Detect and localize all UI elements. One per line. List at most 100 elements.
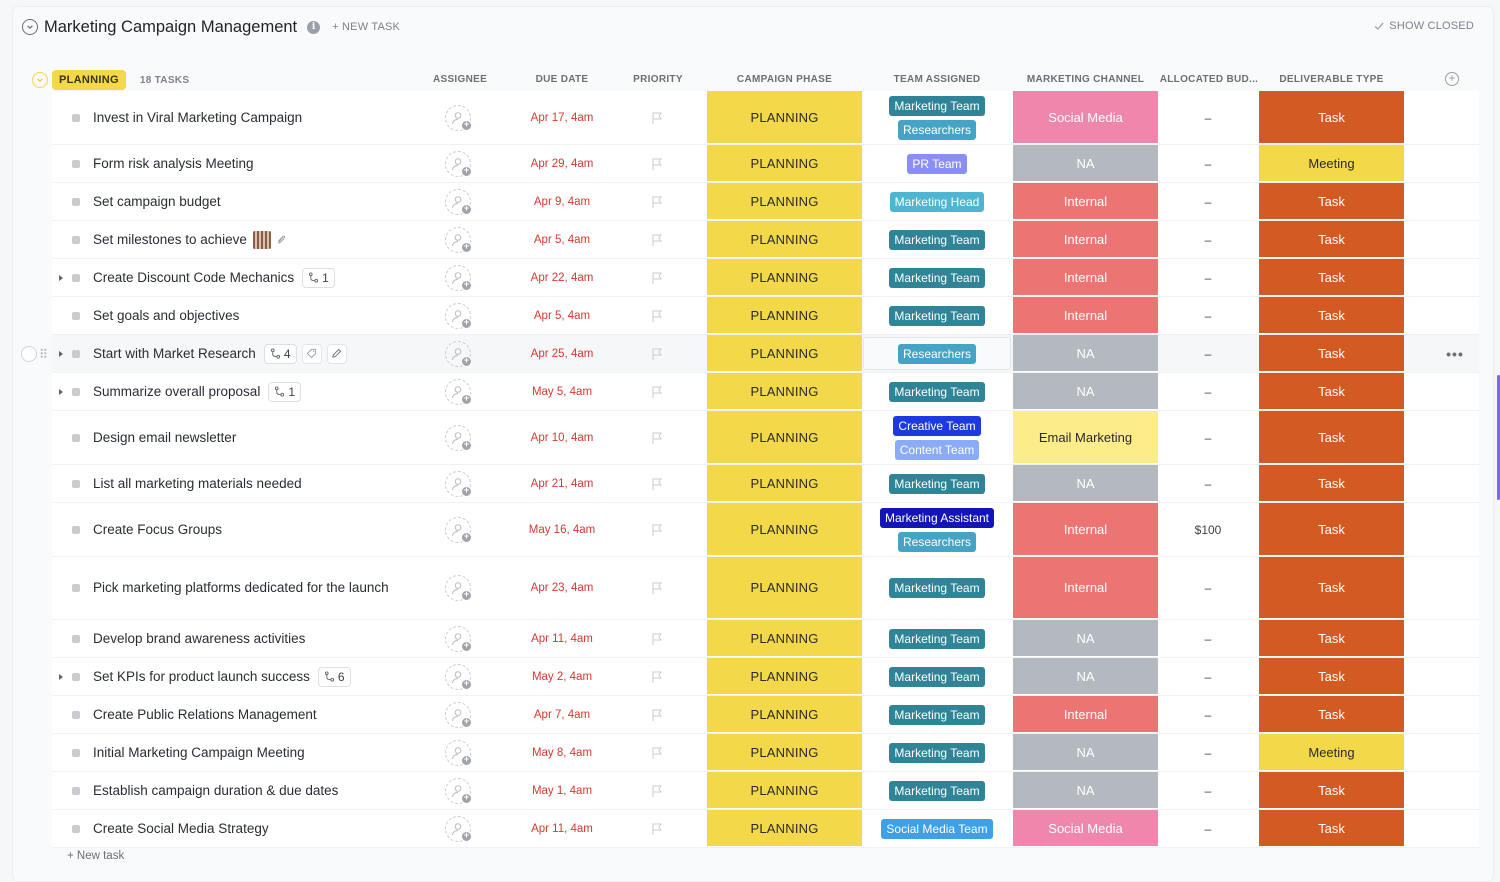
due-date[interactable]: Apr 21, 4am	[512, 465, 612, 502]
assignee-cell[interactable]: +	[443, 810, 473, 847]
task-status-icon[interactable]	[72, 525, 80, 534]
table-row[interactable]: Initial Marketing Campaign Meeting + May 8…	[52, 734, 1479, 772]
due-date[interactable]: Apr 9, 4am	[512, 183, 612, 220]
due-date[interactable]: May 2, 4am	[512, 658, 612, 695]
assignee-cell[interactable]: +	[443, 259, 473, 296]
campaign-phase[interactable]: PLANNING	[707, 91, 862, 144]
add-assignee-icon[interactable]: +	[445, 739, 472, 766]
table-row[interactable]: Create Social Media Strategy + Apr 11, 4am…	[52, 810, 1479, 848]
marketing-channel[interactable]: Internal	[1013, 183, 1158, 220]
due-date[interactable]: Apr 23, 4am	[512, 557, 612, 619]
expand-subtasks-icon[interactable]	[59, 274, 63, 281]
deliverable-type[interactable]: Task	[1259, 411, 1404, 464]
team-assigned-cell[interactable]: Marketing Team	[864, 297, 1010, 334]
task-status-icon[interactable]	[72, 479, 80, 488]
task-name[interactable]: Form risk analysis Meeting	[93, 151, 254, 177]
assignee-cell[interactable]: +	[443, 373, 473, 410]
team-assigned-cell[interactable]: Marketing Assistant Researchers	[864, 503, 1010, 556]
deliverable-type[interactable]: Task	[1259, 620, 1404, 657]
campaign-phase[interactable]: PLANNING	[707, 183, 862, 220]
subtask-count-badge[interactable]: 1	[268, 381, 302, 402]
add-assignee-icon[interactable]: +	[445, 378, 472, 405]
task-name[interactable]: List all marketing materials needed	[93, 471, 302, 497]
table-row[interactable]: Summarize overall proposal 1 + May 5, 4am PL…	[52, 373, 1479, 411]
priority-flag-icon[interactable]	[642, 557, 672, 619]
allocated-budget[interactable]: –	[1158, 696, 1258, 733]
deliverable-type[interactable]: Task	[1259, 221, 1404, 258]
new-task-link[interactable]: + New task	[67, 850, 124, 862]
priority-flag-icon[interactable]	[642, 221, 672, 258]
task-status-icon[interactable]	[72, 197, 80, 206]
task-name[interactable]: Set KPIs for product launch success	[93, 664, 310, 690]
team-assigned-cell[interactable]: Marketing Team	[864, 221, 1010, 258]
table-row[interactable]: Invest in Viral Marketing Campaign + Apr 1…	[52, 91, 1479, 145]
marketing-channel[interactable]: NA	[1013, 620, 1158, 657]
add-assignee-icon[interactable]: +	[445, 264, 472, 291]
assignee-cell[interactable]: +	[443, 221, 473, 258]
add-assignee-icon[interactable]: +	[445, 226, 472, 253]
table-row[interactable]: Create Discount Code Mechanics 1 + Apr 22, …	[52, 259, 1479, 297]
priority-flag-icon[interactable]	[642, 183, 672, 220]
deliverable-type[interactable]: Task	[1259, 91, 1404, 144]
allocated-budget[interactable]: –	[1158, 373, 1258, 410]
deliverable-type[interactable]: Task	[1259, 335, 1404, 372]
campaign-phase[interactable]: PLANNING	[707, 658, 862, 695]
task-status-icon[interactable]	[72, 159, 80, 168]
allocated-budget[interactable]: –	[1158, 335, 1258, 372]
deliverable-type[interactable]: Task	[1259, 772, 1404, 809]
team-assigned-cell[interactable]: Marketing Head	[864, 183, 1010, 220]
task-status-icon[interactable]	[72, 273, 80, 282]
campaign-phase[interactable]: PLANNING	[707, 297, 862, 334]
priority-flag-icon[interactable]	[642, 503, 672, 556]
add-assignee-icon[interactable]: +	[445, 470, 472, 497]
campaign-phase[interactable]: PLANNING	[707, 620, 862, 657]
priority-flag-icon[interactable]	[642, 259, 672, 296]
team-assigned-cell[interactable]: Marketing Team	[864, 557, 1010, 619]
add-assignee-icon[interactable]: +	[445, 625, 472, 652]
marketing-channel[interactable]: Internal	[1013, 297, 1158, 334]
task-name[interactable]: Set milestones to achieve	[93, 227, 247, 253]
marketing-channel[interactable]: NA	[1013, 772, 1158, 809]
team-assigned-cell[interactable]: Marketing Team	[864, 658, 1010, 695]
due-date[interactable]: Apr 17, 4am	[512, 91, 612, 144]
campaign-phase[interactable]: PLANNING	[707, 221, 862, 258]
assignee-cell[interactable]: +	[443, 557, 473, 619]
marketing-channel[interactable]: NA	[1013, 335, 1158, 372]
team-assigned-cell[interactable]: Marketing Team	[864, 772, 1010, 809]
priority-flag-icon[interactable]	[642, 620, 672, 657]
add-assignee-icon[interactable]: +	[445, 516, 472, 543]
task-status-icon[interactable]	[72, 634, 80, 643]
allocated-budget[interactable]: –	[1158, 658, 1258, 695]
expand-subtasks-icon[interactable]	[59, 673, 63, 680]
task-name[interactable]: Create Discount Code Mechanics	[93, 265, 294, 291]
marketing-channel[interactable]: Internal	[1013, 696, 1158, 733]
due-date[interactable]: May 16, 4am	[512, 503, 612, 556]
priority-flag-icon[interactable]	[642, 696, 672, 733]
show-closed-toggle[interactable]: SHOW CLOSED	[1374, 20, 1474, 32]
priority-flag-icon[interactable]	[642, 91, 672, 144]
table-row[interactable]: Create Public Relations Management + Apr 7…	[52, 696, 1479, 734]
team-assigned-cell[interactable]: Researchers	[864, 335, 1010, 372]
new-task-button[interactable]: + NEW TASK	[332, 21, 400, 33]
task-name[interactable]: Set campaign budget	[93, 189, 221, 215]
due-date[interactable]: Apr 22, 4am	[512, 259, 612, 296]
add-assignee-icon[interactable]: +	[445, 188, 472, 215]
marketing-channel[interactable]: Internal	[1013, 557, 1158, 619]
marketing-channel[interactable]: NA	[1013, 734, 1158, 771]
team-assigned-cell[interactable]: Marketing Team Researchers	[864, 91, 1010, 144]
marketing-channel[interactable]: Internal	[1013, 221, 1158, 258]
campaign-phase[interactable]: PLANNING	[707, 772, 862, 809]
table-row[interactable]: Start with Market Research 4 + Apr 25, 4am P…	[21, 335, 1479, 373]
deliverable-type[interactable]: Task	[1259, 373, 1404, 410]
marketing-channel[interactable]: Internal	[1013, 259, 1158, 296]
due-date[interactable]: Apr 10, 4am	[512, 411, 612, 464]
due-date[interactable]: Apr 5, 4am	[512, 297, 612, 334]
task-name[interactable]: Pick marketing platforms dedicated for t…	[93, 575, 389, 601]
allocated-budget[interactable]: –	[1158, 91, 1258, 144]
team-assigned-cell[interactable]: Marketing Team	[864, 734, 1010, 771]
due-date[interactable]: Apr 11, 4am	[512, 620, 612, 657]
assignee-cell[interactable]: +	[443, 503, 473, 556]
assignee-cell[interactable]: +	[443, 335, 473, 372]
campaign-phase[interactable]: PLANNING	[707, 373, 862, 410]
table-row[interactable]: Set KPIs for product launch success 6 + May…	[52, 658, 1479, 696]
